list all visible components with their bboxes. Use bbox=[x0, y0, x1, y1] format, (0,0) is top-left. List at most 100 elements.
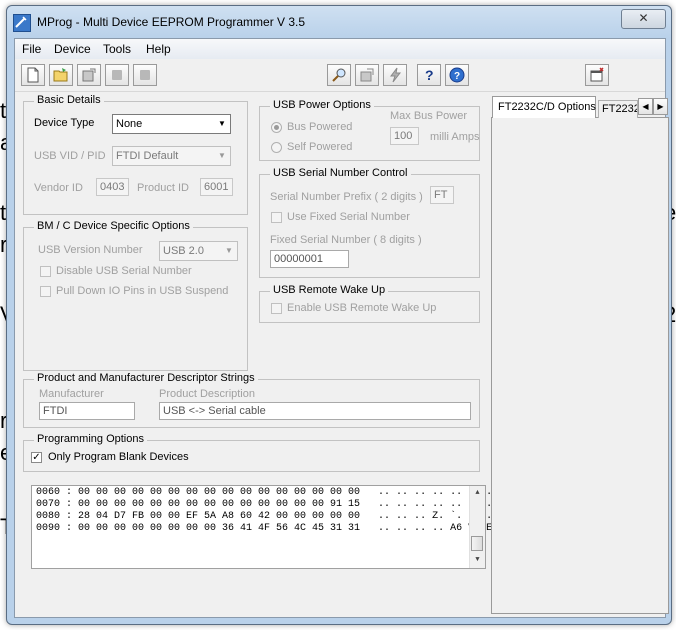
tab-scroll-left-icon[interactable]: ◀ bbox=[638, 98, 653, 115]
usb-version-label: USB Version Number bbox=[38, 244, 143, 256]
disabled-square-icon bbox=[112, 70, 122, 80]
vendor-id-field[interactable]: 0403 bbox=[96, 178, 129, 196]
scroll-down-icon[interactable]: ▼ bbox=[471, 554, 484, 567]
menu-tools[interactable]: Tools bbox=[103, 42, 131, 56]
pull-down-checkbox[interactable] bbox=[40, 286, 51, 297]
erase-icon bbox=[360, 68, 374, 82]
scroll-up-icon[interactable]: ▲ bbox=[471, 487, 484, 500]
serial-number-title: USB Serial Number Control bbox=[270, 167, 411, 179]
product-description-field[interactable]: USB <-> Serial cable bbox=[159, 402, 471, 420]
vid-pid-value: FTDI Default bbox=[116, 150, 179, 162]
scan-button[interactable] bbox=[327, 64, 351, 86]
usb-version-select[interactable]: USB 2.0 ▼ bbox=[159, 241, 238, 261]
remote-wake-group: USB Remote Wake Up Enable USB Remote Wak… bbox=[259, 284, 480, 323]
help-button[interactable]: ? bbox=[417, 64, 441, 86]
close-button[interactable]: ✕ bbox=[621, 9, 666, 29]
vid-pid-label: USB VID / PID bbox=[34, 150, 106, 162]
checkmark-icon: ✓ bbox=[32, 452, 41, 463]
edit-icon bbox=[82, 68, 96, 82]
serial-prefix-field[interactable]: FT bbox=[430, 186, 454, 204]
menu-help[interactable]: Help bbox=[146, 42, 171, 56]
product-id-label: Product ID bbox=[137, 182, 189, 194]
chevron-down-icon: ▼ bbox=[218, 119, 226, 128]
max-bus-power-field[interactable]: 100 bbox=[390, 127, 419, 145]
program-button[interactable] bbox=[383, 64, 407, 86]
scroll-thumb[interactable] bbox=[471, 536, 483, 551]
milli-amps-label: milli Amps bbox=[430, 131, 480, 143]
open-folder-icon bbox=[53, 68, 68, 82]
self-powered-radio[interactable] bbox=[271, 142, 282, 153]
tab-scroll-right-icon[interactable]: ▶ bbox=[653, 98, 668, 115]
enable-remote-wake-checkbox[interactable] bbox=[271, 303, 282, 314]
chevron-down-icon: ▼ bbox=[225, 246, 233, 255]
basic-details-title: Basic Details bbox=[34, 94, 104, 106]
device-type-value: None bbox=[116, 118, 143, 130]
product-description-label: Product Description bbox=[159, 388, 255, 400]
bus-powered-radio[interactable] bbox=[271, 122, 282, 133]
programming-options-title: Programming Options bbox=[34, 433, 147, 445]
manufacturer-label: Manufacturer bbox=[39, 388, 104, 400]
enable-remote-wake-label: Enable USB Remote Wake Up bbox=[287, 302, 437, 314]
product-id-field[interactable]: 6001 bbox=[200, 178, 233, 196]
edit-button[interactable] bbox=[77, 64, 101, 86]
pull-down-label: Pull Down IO Pins in USB Suspend bbox=[56, 285, 229, 297]
tab-ft2232[interactable]: FT2232 bbox=[598, 100, 638, 118]
question-mark-icon: ? bbox=[425, 67, 434, 83]
main-window: MProg - Multi Device EEPROM Programmer V… bbox=[6, 5, 672, 625]
remote-wake-title: USB Remote Wake Up bbox=[270, 284, 389, 296]
disabled-button-1[interactable] bbox=[105, 64, 129, 86]
disabled-square-icon bbox=[140, 70, 150, 80]
new-button[interactable] bbox=[21, 64, 45, 86]
tab-ft2232cd-options[interactable]: FT2232C/D Options bbox=[492, 96, 596, 118]
app-icon bbox=[13, 14, 31, 32]
programming-options-group: Programming Options ✓ Only Program Blank… bbox=[23, 433, 480, 472]
device-type-select[interactable]: None ▼ bbox=[112, 114, 231, 134]
max-bus-power-label: Max Bus Power bbox=[390, 110, 468, 122]
new-window-button[interactable] bbox=[585, 64, 609, 86]
lightning-icon bbox=[390, 67, 402, 83]
only-blank-checkbox[interactable]: ✓ bbox=[31, 452, 42, 463]
use-fixed-serial-label: Use Fixed Serial Number bbox=[287, 211, 410, 223]
new-file-icon bbox=[27, 67, 39, 83]
usb-power-title: USB Power Options bbox=[270, 99, 374, 111]
magnifier-icon bbox=[332, 68, 346, 82]
client-area: File Device Tools Help ? ? Basic Details… bbox=[14, 38, 669, 618]
descriptor-strings-title: Product and Manufacturer Descriptor Stri… bbox=[34, 372, 258, 384]
hex-line: 0060 : 00 00 00 00 00 00 00 00 00 00 00 … bbox=[36, 487, 517, 498]
usb-power-group: USB Power Options Bus Powered Self Power… bbox=[259, 99, 480, 161]
bm-c-options-title: BM / C Device Specific Options bbox=[34, 220, 193, 232]
serial-number-group: USB Serial Number Control Serial Number … bbox=[259, 167, 480, 278]
hex-dump-view[interactable]: 0060 : 00 00 00 00 00 00 00 00 00 00 00 … bbox=[31, 485, 516, 569]
disable-serial-checkbox[interactable] bbox=[40, 266, 51, 277]
serial-prefix-label: Serial Number Prefix ( 2 digits ) bbox=[270, 191, 423, 203]
hex-line: 0080 : 28 04 D7 FB 00 00 EF 5A A8 60 42 … bbox=[36, 511, 517, 522]
descriptor-strings-group: Product and Manufacturer Descriptor Stri… bbox=[23, 372, 480, 428]
self-powered-label: Self Powered bbox=[287, 141, 353, 153]
menu-bar: File Device Tools Help bbox=[15, 39, 665, 59]
disable-serial-label: Disable USB Serial Number bbox=[56, 265, 192, 277]
vendor-id-label: Vendor ID bbox=[34, 182, 83, 194]
only-blank-label: Only Program Blank Devices bbox=[48, 451, 189, 463]
fixed-serial-field[interactable]: 00000001 bbox=[270, 250, 349, 268]
erase-button[interactable] bbox=[355, 64, 379, 86]
basic-details-group: Basic Details Device Type None ▼ USB VID… bbox=[23, 94, 248, 215]
bm-c-options-group: BM / C Device Specific Options USB Versi… bbox=[23, 220, 248, 371]
menu-device[interactable]: Device bbox=[54, 42, 91, 56]
disabled-button-2[interactable] bbox=[133, 64, 157, 86]
vid-pid-select[interactable]: FTDI Default ▼ bbox=[112, 146, 231, 166]
options-tab-panel: FT2232C/D Options FT2232 ◀ ▶ bbox=[491, 96, 669, 614]
use-fixed-serial-checkbox[interactable] bbox=[271, 212, 282, 223]
toolbar: ? ? bbox=[15, 61, 665, 92]
open-button[interactable] bbox=[49, 64, 73, 86]
hex-line: 0070 : 00 00 00 00 00 00 00 00 00 00 00 … bbox=[36, 499, 517, 510]
svg-text:?: ? bbox=[454, 71, 460, 82]
manufacturer-field[interactable]: FTDI bbox=[39, 402, 135, 420]
menu-file[interactable]: File bbox=[22, 42, 41, 56]
help-circle-icon: ? bbox=[449, 67, 465, 83]
device-type-label: Device Type bbox=[34, 117, 95, 129]
window-icon bbox=[590, 67, 604, 82]
title-bar[interactable]: MProg - Multi Device EEPROM Programmer V… bbox=[7, 6, 671, 38]
about-button[interactable]: ? bbox=[445, 64, 469, 86]
window-title: MProg - Multi Device EEPROM Programmer V… bbox=[37, 15, 306, 29]
hex-scrollbar[interactable]: ▲ ▼ bbox=[469, 486, 485, 568]
